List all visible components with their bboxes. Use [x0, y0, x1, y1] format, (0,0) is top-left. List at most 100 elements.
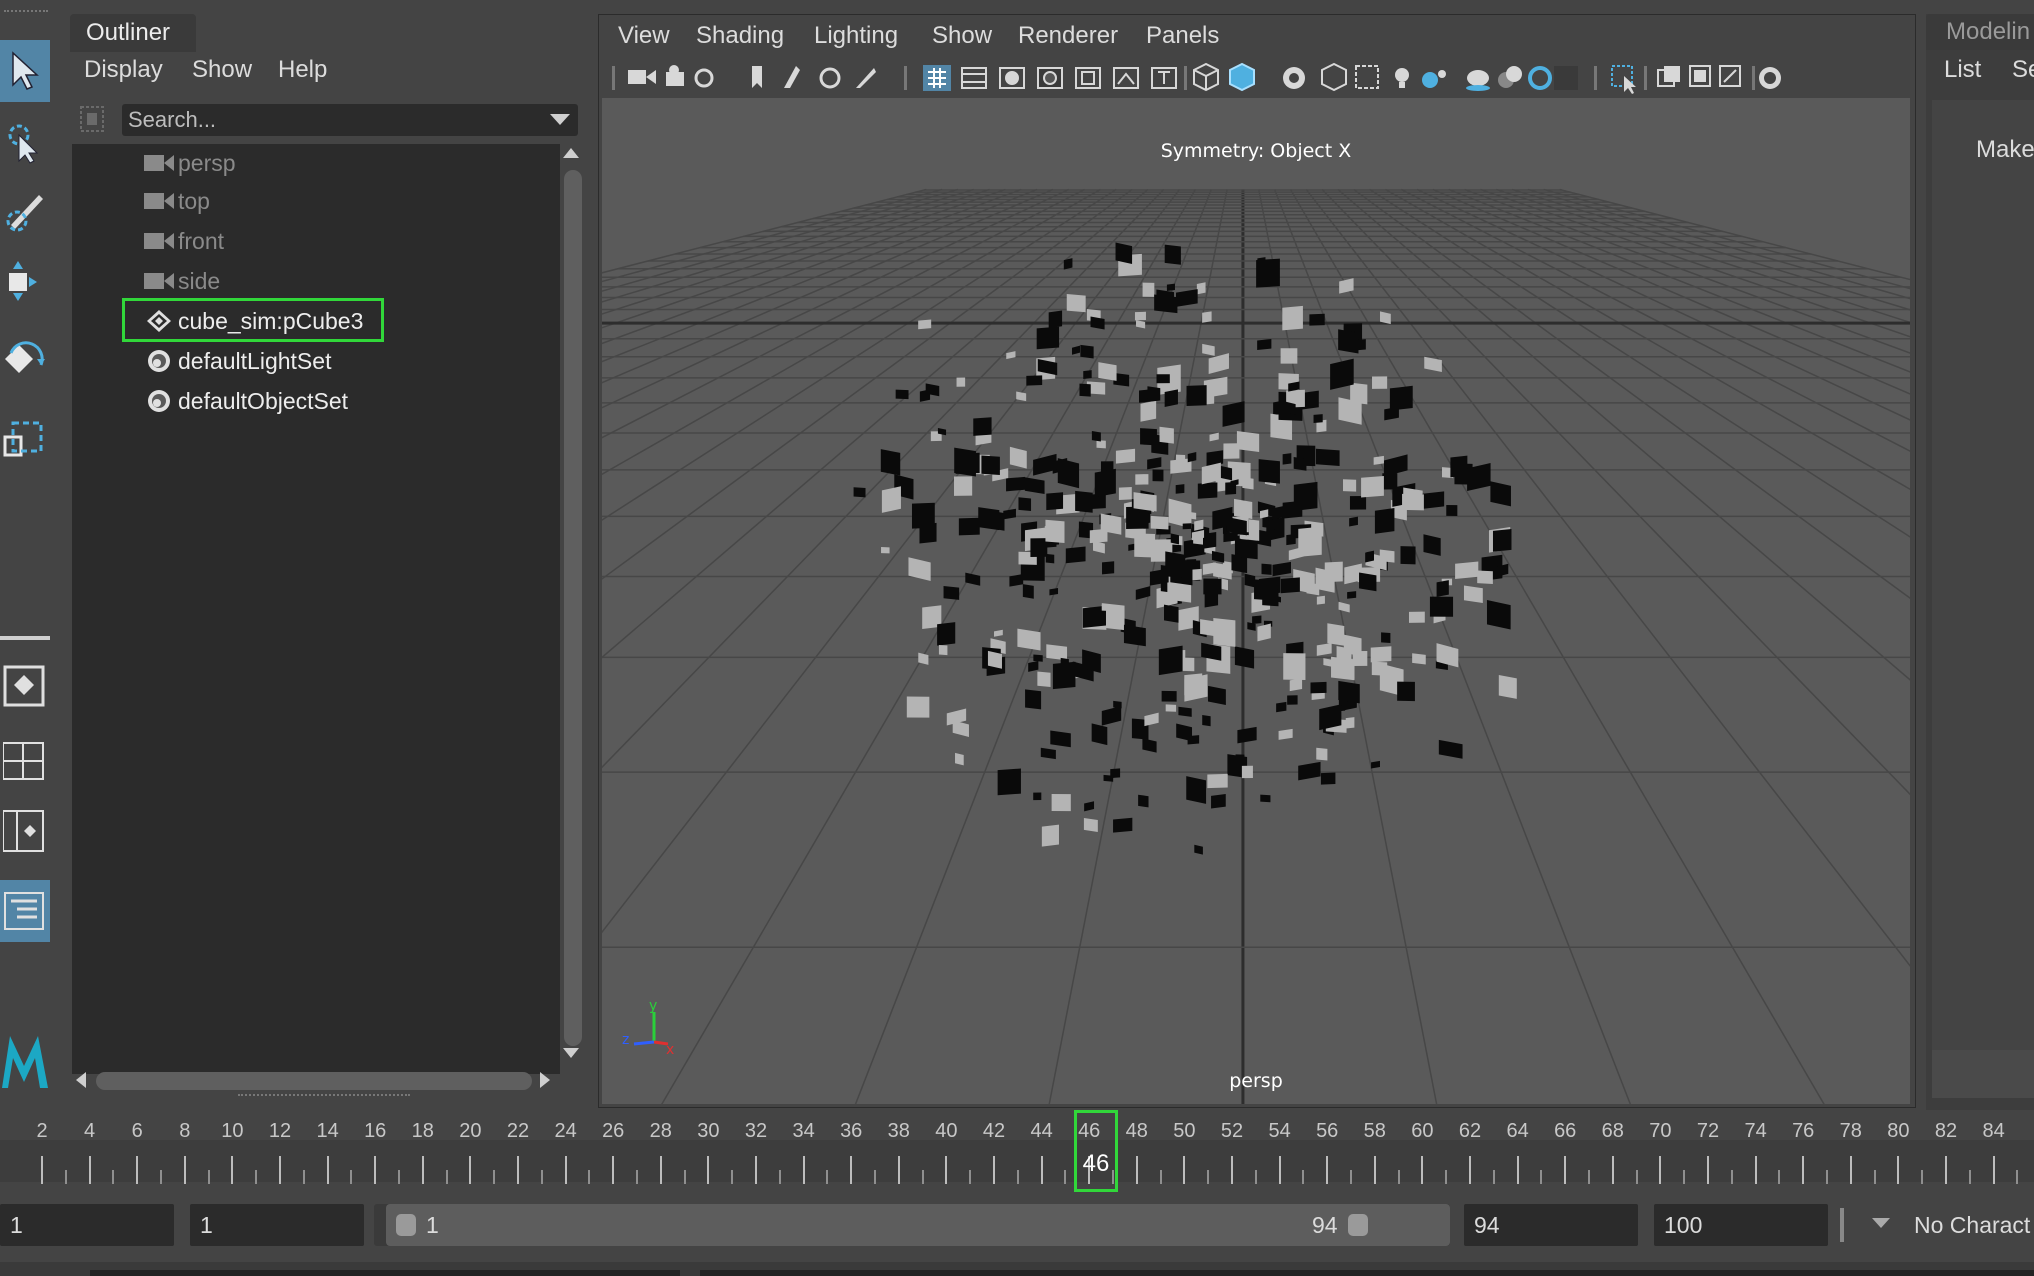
single-perspective-layout-icon[interactable] [0, 656, 50, 718]
cube-particle [1186, 385, 1207, 406]
timeline-minor-tick [1778, 1170, 1781, 1184]
outliner-item-persp[interactable]: persp [72, 144, 552, 182]
scroll-right-icon[interactable] [540, 1072, 550, 1088]
timeline-tick-label: 42 [982, 1120, 1006, 1142]
cube-particle [1463, 585, 1483, 603]
range-slider[interactable]: 1 94 [386, 1204, 1450, 1246]
right-panel-menu-list[interactable]: List [1944, 56, 1981, 84]
chevron-down-icon[interactable] [1872, 1218, 1890, 1228]
range-start-handle[interactable] [396, 1214, 416, 1236]
outliner-layout-icon[interactable] [0, 880, 50, 942]
symmetry-label: Symmetry: Object X [1160, 140, 1352, 162]
outliner-menu-show[interactable]: Show [192, 56, 252, 84]
filter-icon[interactable] [78, 104, 106, 134]
cube-particle [1091, 723, 1108, 746]
scene-render[interactable] [602, 98, 1910, 1104]
viewport-menu-shading[interactable]: Shading [696, 22, 784, 50]
outliner-tab[interactable]: Outliner [70, 14, 196, 52]
two-view-layout-icon[interactable] [0, 800, 50, 862]
timeline-tick-label: 30 [697, 1120, 720, 1142]
3d-viewport[interactable]: Symmetry: Object X persp y z x [602, 98, 1910, 1104]
outliner-menu-help[interactable]: Help [278, 56, 327, 84]
playback-start-field[interactable]: 1 [190, 1204, 364, 1246]
timeline-tick-label: 70 [1649, 1120, 1672, 1142]
horizontal-scroll-thumb[interactable] [96, 1072, 532, 1090]
cube-particle [1330, 358, 1354, 390]
outliner-item-side[interactable]: side [72, 262, 552, 300]
move-tool-icon[interactable] [0, 250, 50, 312]
cube-particle [1048, 362, 1057, 372]
outliner-menu-display[interactable]: Display [84, 56, 163, 84]
viewport-toolbar-icons[interactable] [604, 60, 1910, 94]
timeline-minor-tick [636, 1170, 638, 1184]
cube-particle [911, 502, 935, 529]
viewport-menu-panels[interactable]: Panels [1146, 22, 1219, 50]
four-view-layout-icon[interactable] [0, 730, 50, 792]
cube-particle [1050, 730, 1071, 748]
vertical-scroll-thumb[interactable] [564, 170, 582, 1046]
viewport-menu-lighting[interactable]: Lighting [814, 22, 898, 50]
drag-handle[interactable] [4, 10, 48, 22]
cube-particle [1028, 660, 1039, 672]
cube-particle [1197, 482, 1218, 499]
cube-particle [1186, 776, 1207, 804]
scale-tool-icon[interactable] [0, 408, 50, 470]
cube-particle [1490, 481, 1511, 507]
axis-x-label: x [666, 1042, 674, 1058]
make-button[interactable]: Make [1976, 136, 2034, 164]
rotate-tool-icon[interactable] [0, 330, 50, 392]
timeline-tick-label: 78 [1839, 1120, 1862, 1142]
cube-particle [1161, 690, 1177, 702]
end-time-field[interactable]: 100 [1654, 1204, 1828, 1246]
viewport-menu-renderer[interactable]: Renderer [1018, 22, 1118, 50]
simulated-cubes[interactable] [853, 242, 1517, 855]
timeline-tick-label: 50 [1173, 1120, 1196, 1142]
outliner-item-front[interactable]: front [72, 222, 552, 260]
cube-particle [1241, 765, 1253, 779]
cube-particle [1316, 595, 1325, 605]
cube-particle [1115, 242, 1133, 264]
cube-particle [1257, 339, 1272, 351]
timeline-minor-tick [540, 1170, 543, 1184]
viewport-menu-view[interactable]: View [618, 22, 670, 50]
right-panel-tab[interactable]: Modelin [1946, 18, 2030, 46]
paint-select-tool-icon[interactable] [0, 180, 50, 242]
character-set-selector[interactable]: No Charact [1904, 1204, 2034, 1246]
cube-particle [1033, 792, 1042, 801]
cube-particle [1102, 561, 1115, 575]
scroll-up-icon[interactable] [563, 148, 579, 158]
start-time-field[interactable]: 1 [0, 1204, 174, 1246]
playback-end-field[interactable]: 94 [1464, 1204, 1638, 1246]
cube-particle [1017, 628, 1041, 651]
range-end-handle[interactable] [1348, 1214, 1368, 1236]
timeline-minor-tick [1302, 1170, 1305, 1184]
right-panel-menu-select[interactable]: Se [2012, 56, 2034, 84]
selection-highlight [122, 298, 384, 342]
search-input[interactable]: Search... [122, 104, 578, 136]
timeline-tick [279, 1156, 281, 1184]
timeline-tick [1707, 1156, 1709, 1184]
cube-particle [1379, 549, 1395, 563]
cube-particle [1349, 496, 1367, 510]
cube-particle [1003, 508, 1016, 520]
scroll-left-icon[interactable] [76, 1072, 86, 1088]
viewport-menu-show[interactable]: Show [932, 22, 992, 50]
outliner-item-label: persp [178, 150, 236, 176]
outliner-item-defaultlightset[interactable]: defaultLightSet [72, 342, 552, 380]
select-tool-icon[interactable] [0, 40, 50, 102]
timeline-tick-label: 20 [459, 1120, 482, 1142]
cube-particle [906, 696, 930, 718]
modeling-toolkit-panel: Modelin List Se Make [1926, 14, 2034, 1110]
timeline-tick-label: 82 [1934, 1120, 1958, 1142]
cube-particle [1283, 653, 1306, 681]
outliner-item-top[interactable]: top [72, 182, 552, 220]
cube-particle [1159, 426, 1174, 444]
cube-particle [1115, 448, 1136, 464]
chevron-down-icon[interactable] [550, 114, 570, 125]
scroll-down-icon[interactable] [563, 1048, 579, 1058]
outliner-item-defaultobjectset[interactable]: defaultObjectSet [72, 382, 552, 420]
cube-particle [1144, 712, 1159, 727]
cube-particle [1257, 623, 1271, 642]
lasso-tool-icon[interactable] [0, 112, 50, 174]
resize-handle[interactable] [238, 1094, 410, 1096]
